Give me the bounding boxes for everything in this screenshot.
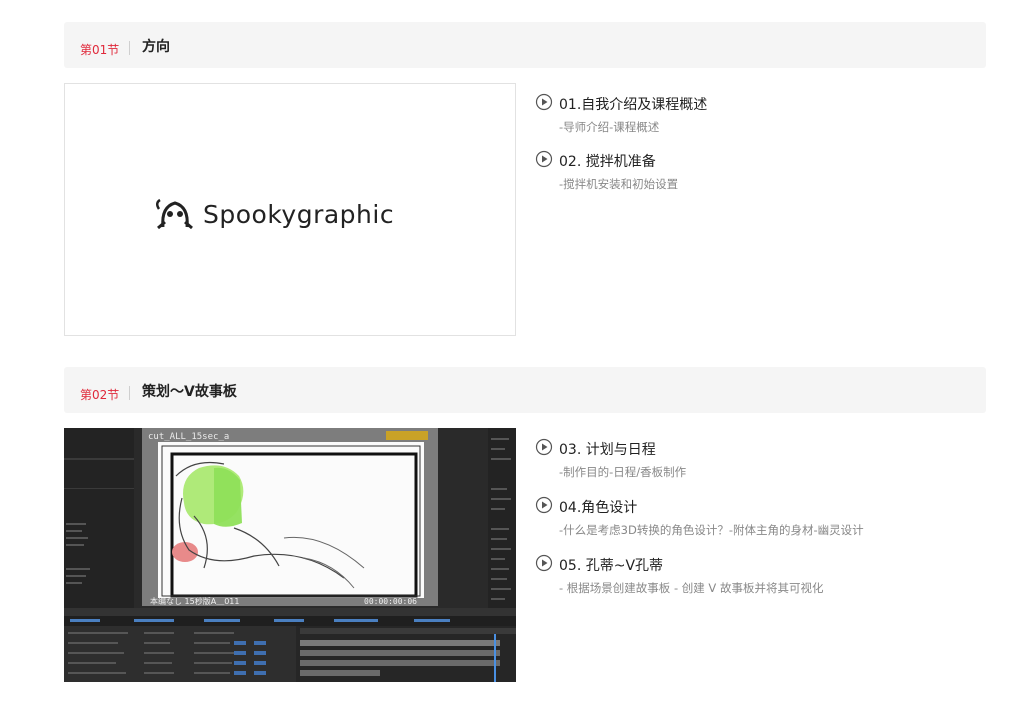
frame-caption: 本编なし 15秒版A＿011 [150,596,239,606]
logo-text: Spookygraphic [203,199,395,229]
lesson-title[interactable]: 01.自我介绍及课程概述 [559,94,707,114]
lesson-description: -搅拌机安装和初始设置 [559,177,679,191]
section-title: 方向 [142,39,170,55]
divider [129,386,130,400]
ghost-logo-icon [156,198,193,230]
logo: Spookygraphic [155,194,394,234]
lesson-description: -制作目的-日程/香板制作 [559,465,687,479]
section-number: 第01节 [80,43,120,57]
lesson-title[interactable]: 05. 孔蒂~V孔蒂 [559,555,663,575]
lesson-title[interactable]: 02. 搅拌机准备 [559,151,656,171]
lesson-description: -什么是考虑3D转换的角色设计？-附体主角的身材-幽灵设计 [559,523,864,537]
section-thumbnail[interactable]: Spookygraphic [64,83,516,336]
section-header: 第01节 方向 [64,22,986,68]
section-thumbnail[interactable]: cut_ALL_15sec_a 本编なし 15秒版A＿011 00:00:00:… [64,428,516,682]
play-circle-icon [535,150,553,168]
play-circle-icon [535,93,553,111]
section-header: 第02节 策划～V故事板 [64,367,986,413]
comp-name: cut_ALL_15sec_a [148,432,229,442]
play-circle-icon [535,496,553,514]
lesson-description: -导师介绍-课程概述 [559,120,660,134]
divider [129,41,130,55]
lesson-title[interactable]: 04.角色设计 [559,497,637,517]
timecode: 00:00:00:06 [364,597,417,606]
lesson-title[interactable]: 03. 计划与日程 [559,439,656,459]
play-circle-icon [535,438,553,456]
play-circle-icon [535,554,553,572]
lesson-description: - 根据场景创建故事板 - 创建 V 故事板并将其可视化 [559,581,824,595]
video-editor-screenshot: cut_ALL_15sec_a 本编なし 15秒版A＿011 00:00:00:… [64,428,516,682]
section-number: 第02节 [80,388,120,402]
section-title: 策划～V故事板 [142,384,237,400]
